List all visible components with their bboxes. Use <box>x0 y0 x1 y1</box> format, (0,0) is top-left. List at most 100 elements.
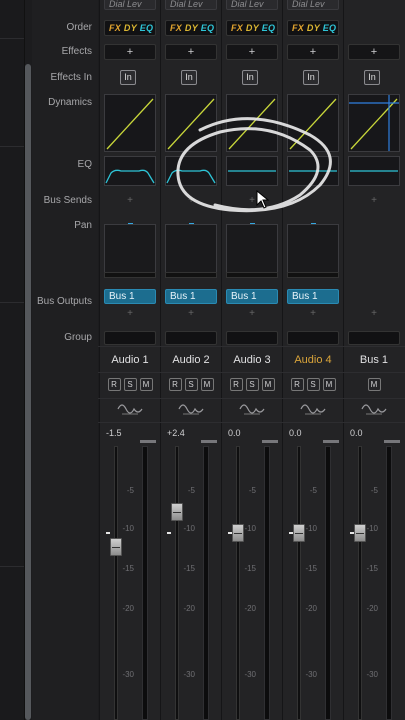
solo-button[interactable]: S <box>184 378 198 391</box>
record-button[interactable]: R <box>107 378 121 391</box>
pan-control[interactable] <box>287 224 339 276</box>
effects-in-button[interactable]: In <box>181 70 197 85</box>
pan-control[interactable] <box>226 224 278 276</box>
phase-wave-icon[interactable] <box>360 402 388 416</box>
scale-label: -5 <box>248 486 256 495</box>
channel-strip-audio-3: Dial Lev FX DY EQ + In + Bus 1 + Audio 3… <box>221 0 282 720</box>
vertical-scrollbar[interactable] <box>25 64 31 720</box>
order-selector[interactable]: FX DY EQ <box>287 20 339 36</box>
solo-button[interactable]: S <box>306 378 320 391</box>
dial-level-field[interactable]: Dial Lev <box>104 0 156 10</box>
eq-graph[interactable] <box>226 156 278 186</box>
solo-button[interactable]: S <box>123 378 137 391</box>
order-selector[interactable]: FX DY EQ <box>104 20 156 36</box>
phase-wave-icon[interactable] <box>177 402 205 416</box>
order-fx: FX <box>292 23 305 33</box>
order-fx: FX <box>170 23 183 33</box>
group-selector[interactable] <box>165 331 217 345</box>
dynamics-graph[interactable] <box>287 94 339 152</box>
order-fx: FX <box>231 23 244 33</box>
add-effect-button[interactable]: + <box>104 44 156 60</box>
channel-strip-audio-1: Dial Lev FX DY EQ + In + Bus 1 + Audio 1… <box>99 0 160 720</box>
phase-wave-icon[interactable] <box>299 402 327 416</box>
solo-button[interactable]: S <box>245 378 259 391</box>
pan-control[interactable] <box>165 224 217 276</box>
add-effect-button[interactable]: + <box>226 44 278 60</box>
track-name[interactable]: Audio 3 <box>222 354 282 366</box>
eq-graph[interactable] <box>165 156 217 186</box>
record-button[interactable]: R <box>290 378 304 391</box>
effects-in-button[interactable]: In <box>242 70 258 85</box>
add-effect-button[interactable]: + <box>287 44 339 60</box>
eq-graph[interactable] <box>287 156 339 186</box>
pan-control[interactable] <box>104 224 156 276</box>
dynamics-graph[interactable] <box>104 94 156 152</box>
bus-send-add[interactable]: + <box>348 194 400 208</box>
dynamics-graph[interactable] <box>348 94 400 152</box>
phase-wave-icon[interactable] <box>116 402 144 416</box>
track-name[interactable]: Audio 4 <box>283 354 343 366</box>
label-effects: Effects <box>61 46 92 57</box>
track-name[interactable]: Audio 1 <box>100 354 160 366</box>
group-selector[interactable] <box>348 331 400 345</box>
add-effect-button[interactable]: + <box>165 44 217 60</box>
dial-level-field[interactable]: Dial Lev <box>226 0 278 10</box>
record-button[interactable]: R <box>168 378 182 391</box>
dynamics-curve-icon <box>289 98 337 150</box>
bus-send-add[interactable]: + <box>165 194 217 208</box>
dynamics-graph[interactable] <box>165 94 217 152</box>
volume-fader[interactable] <box>232 524 244 542</box>
volume-fader[interactable] <box>171 503 183 521</box>
dynamics-curve-icon <box>167 98 215 150</box>
channel-strip-bus-1: + In + + Bus 1 M 0.0 -5 -10 -15 -20 -30 <box>343 0 405 720</box>
bus-output-selector[interactable]: Bus 1 <box>104 289 156 304</box>
mute-button[interactable]: M <box>322 378 336 391</box>
bus-send-add[interactable] <box>287 194 339 208</box>
eq-graph[interactable] <box>104 156 156 186</box>
eq-graph[interactable] <box>348 156 400 186</box>
bus-output-add[interactable]: + <box>104 307 156 321</box>
scale-label: -20 <box>244 604 256 613</box>
volume-fader[interactable] <box>293 524 305 542</box>
scale-label: -30 <box>122 670 134 679</box>
mute-button[interactable]: M <box>261 378 275 391</box>
group-selector[interactable] <box>226 331 278 345</box>
group-selector[interactable] <box>104 331 156 345</box>
scale-label: -15 <box>122 564 134 573</box>
dynamics-graph[interactable] <box>226 94 278 152</box>
record-button[interactable]: R <box>229 378 243 391</box>
bus-output-add[interactable]: + <box>226 307 278 321</box>
bus-output-selector[interactable]: Bus 1 <box>165 289 217 304</box>
label-group: Group <box>64 332 92 343</box>
order-dy: DY <box>184 23 198 33</box>
pan-bar <box>226 272 278 278</box>
dial-level-field[interactable]: Dial Lev <box>165 0 217 10</box>
bus-send-add[interactable]: + <box>104 194 156 208</box>
dynamics-curve-icon <box>228 98 276 150</box>
effects-in-button[interactable]: In <box>120 70 136 85</box>
mute-button[interactable]: M <box>200 378 214 391</box>
phase-wave-icon[interactable] <box>238 402 266 416</box>
dial-level-field[interactable]: Dial Lev <box>287 0 339 10</box>
bus-output-selector[interactable]: Bus 1 <box>287 289 339 304</box>
track-name[interactable]: Audio 2 <box>161 354 221 366</box>
mute-button[interactable]: M <box>139 378 153 391</box>
effects-in-button[interactable]: In <box>364 70 380 85</box>
mute-button[interactable]: M <box>367 378 381 391</box>
order-selector[interactable]: FX DY EQ <box>165 20 217 36</box>
bus-output-selector[interactable]: Bus 1 <box>226 289 278 304</box>
effects-in-button[interactable]: In <box>303 70 319 85</box>
volume-fader[interactable] <box>110 538 122 556</box>
track-name[interactable]: Bus 1 <box>344 354 404 366</box>
rsm-buttons: R S M <box>100 378 160 392</box>
volume-fader[interactable] <box>354 524 366 542</box>
group-selector[interactable] <box>287 331 339 345</box>
volume-readout: +2.4 <box>167 428 185 438</box>
add-effect-button[interactable]: + <box>348 44 400 60</box>
bus-output-add[interactable]: + <box>348 307 400 321</box>
bus-send-add[interactable]: + <box>226 194 278 208</box>
bus-output-add[interactable]: + <box>165 307 217 321</box>
bus-output-add[interactable]: + <box>287 307 339 321</box>
order-selector[interactable]: FX DY EQ <box>226 20 278 36</box>
channel-strip-audio-2: Dial Lev FX DY EQ + In + Bus 1 + Audio 2… <box>160 0 221 720</box>
